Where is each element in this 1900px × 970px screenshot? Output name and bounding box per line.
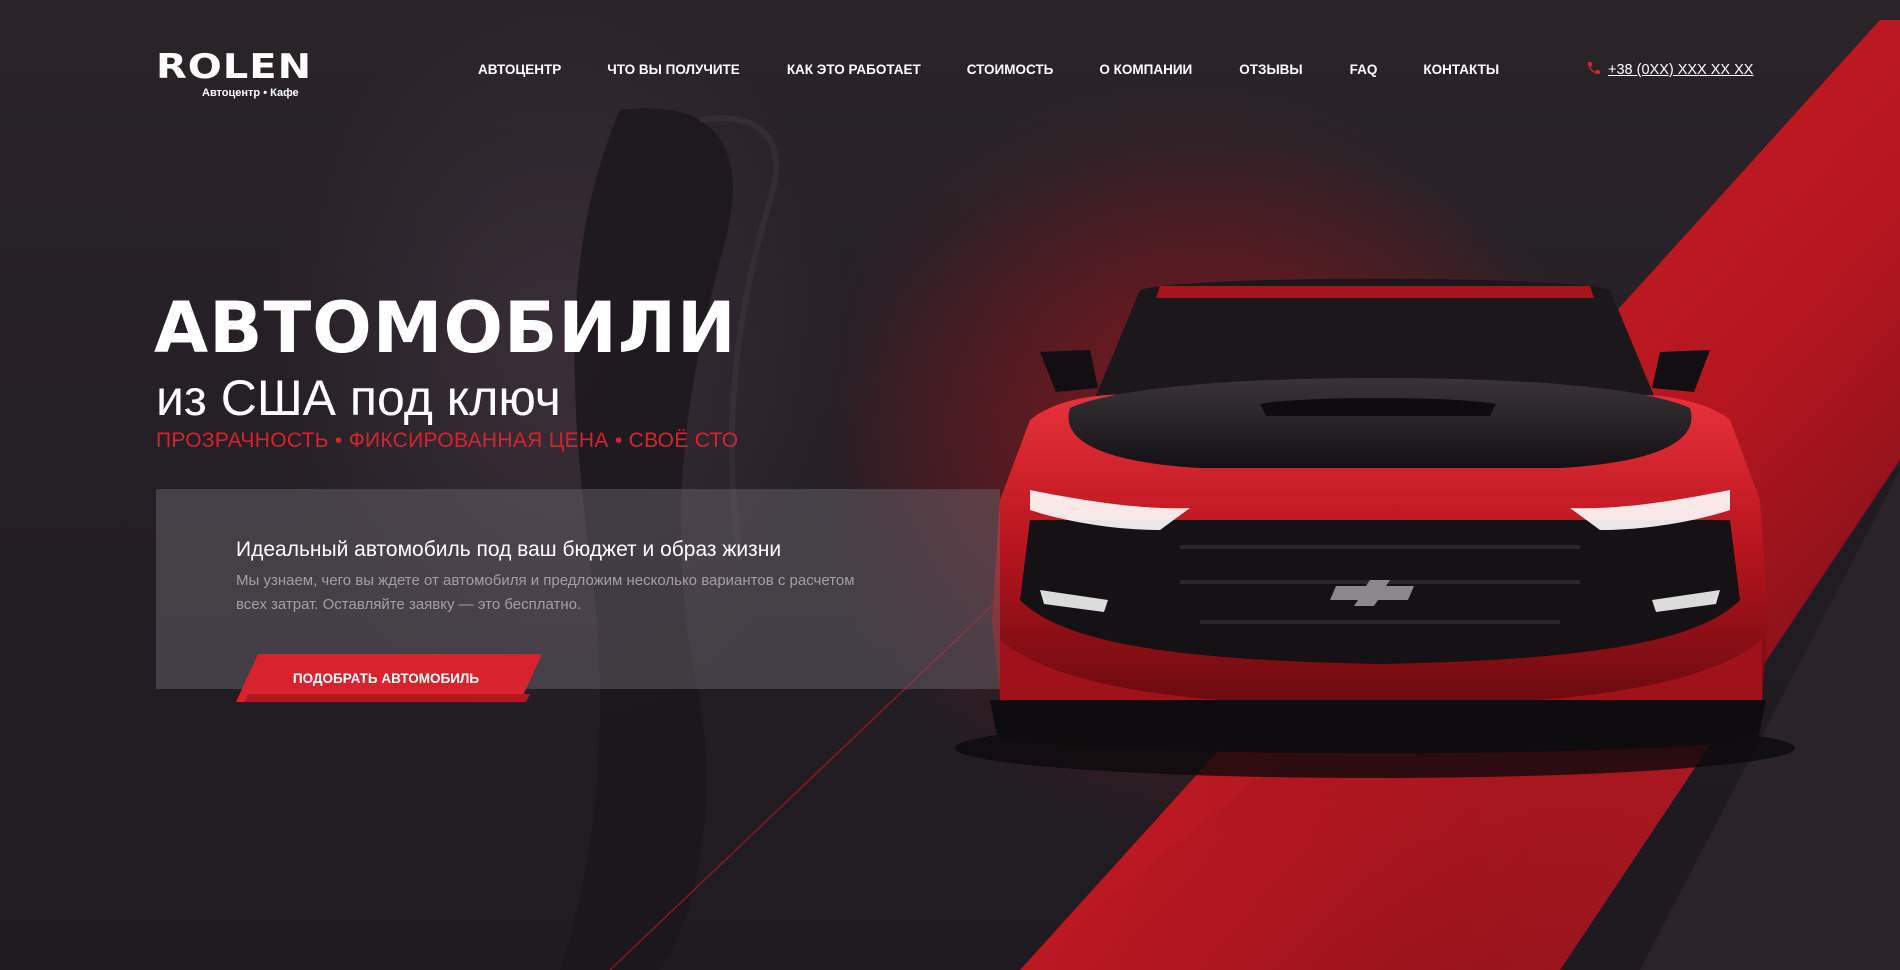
phone-link[interactable]: +38 (0XX) XXX XX XX: [1586, 60, 1753, 80]
phone-number: +38 (0XX) XXX XX XX: [1608, 62, 1754, 78]
nav-item-contacts[interactable]: КОНТАКТЫ: [1423, 62, 1499, 77]
nav-item-pricing[interactable]: СТОИМОСТЬ: [967, 62, 1054, 77]
offer-card-text: Мы узнаем, чего вы ждете от автомобиля и…: [236, 572, 855, 613]
main-nav: АВТОЦЕНТР ЧТО ВЫ ПОЛУЧИТЕ КАК ЭТО РАБОТА…: [478, 62, 1499, 77]
logo-text: ROLEN: [156, 47, 313, 87]
car-illustration: [955, 278, 1795, 778]
pick-car-button-label: ПОДОБРАТЬ АВТОМОБИЛЬ: [292, 670, 480, 686]
logo-subtitle: Автоцентр • Кафе: [202, 87, 299, 99]
nav-item-faq[interactable]: FAQ: [1350, 62, 1378, 77]
pick-car-button[interactable]: ПОДОБРАТЬ АВТОМОБИЛЬ: [236, 654, 546, 702]
hero-title: АВТОМОБИЛИ: [154, 287, 737, 369]
hero-section: ROLEN Автоцентр • Кафе АВТОЦЕНТР ЧТО ВЫ …: [0, 0, 1900, 970]
hero-subtitle: из США под ключ: [156, 370, 561, 426]
nav-item-what-you-get[interactable]: ЧТО ВЫ ПОЛУЧИТЕ: [607, 62, 740, 77]
nav-item-how-it-works[interactable]: КАК ЭТО РАБОТАЕТ: [787, 62, 921, 77]
nav-item-autocenter[interactable]: АВТОЦЕНТР: [478, 62, 561, 77]
phone-icon: [1586, 60, 1602, 80]
nav-item-about[interactable]: О КОМПАНИИ: [1099, 62, 1192, 77]
nav-item-reviews[interactable]: ОТЗЫВЫ: [1239, 62, 1302, 77]
brand-logo[interactable]: ROLEN Автоцентр • Кафе: [156, 50, 356, 99]
hero-tagline: ПРОЗРАЧНОСТЬ • ФИКСИРОВАННАЯ ЦЕНА • СВОЁ…: [156, 429, 739, 452]
offer-card-title: Идеальный автомобиль под ваш бюджет и об…: [236, 538, 782, 561]
hero-background: [560, 20, 1900, 970]
